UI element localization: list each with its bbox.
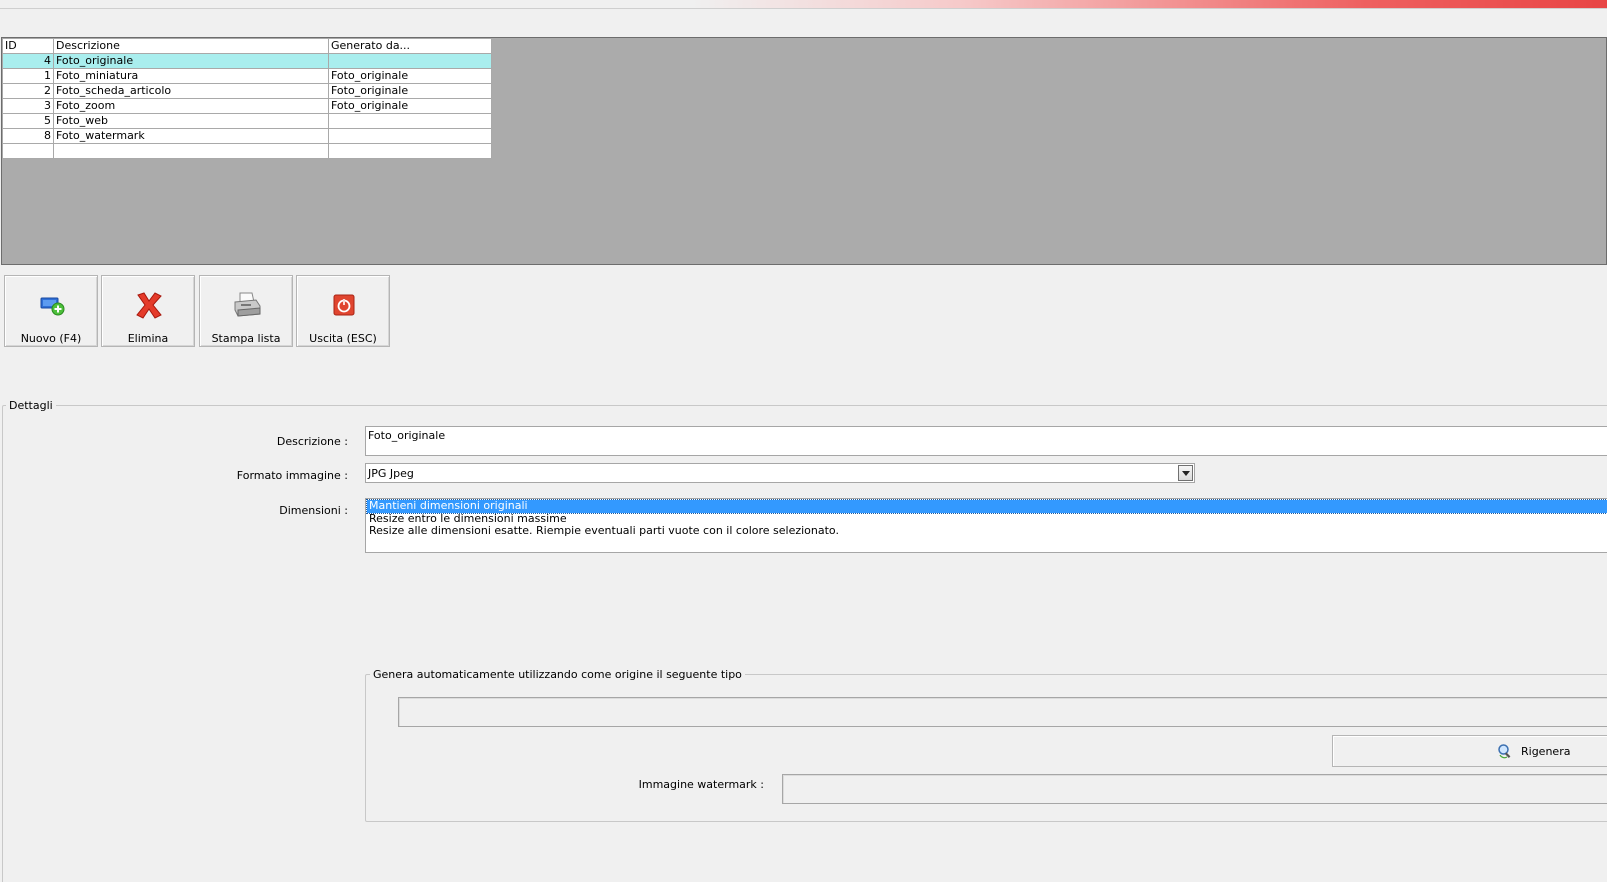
cell-id[interactable]: 3	[2, 98, 54, 114]
cell-id[interactable]: 8	[2, 128, 54, 144]
table-row-new[interactable]	[2, 143, 492, 159]
table-row[interactable]: 3 Foto_zoom Foto_originale	[2, 98, 492, 114]
cell-generato-da[interactable]	[328, 143, 492, 159]
cell-id[interactable]	[2, 143, 54, 159]
types-grid: ID Descrizione Generato da... 4 Foto_ori…	[2, 38, 492, 159]
elimina-button[interactable]: Elimina	[101, 275, 195, 347]
dimensioni-listbox[interactable]: Mantieni dimensioni originali Resize ent…	[365, 498, 1607, 553]
formato-immagine-label: Formato immagine :	[236, 469, 348, 482]
stampa-lista-label: Stampa lista	[211, 332, 281, 345]
cell-generato-da[interactable]: Foto_originale	[328, 98, 492, 114]
descrizione-value: Foto_originale	[368, 429, 446, 442]
table-row[interactable]: 5 Foto_web	[2, 113, 492, 129]
cell-descrizione[interactable]	[53, 143, 329, 159]
cell-id[interactable]: 5	[2, 113, 54, 129]
cell-id[interactable]: 4	[2, 53, 54, 69]
nuovo-label: Nuovo (F4)	[20, 332, 82, 345]
cell-descrizione[interactable]: Foto_scheda_articolo	[53, 83, 329, 99]
cell-generato-da[interactable]: Foto_originale	[328, 68, 492, 84]
formato-immagine-value: JPG Jpeg	[368, 467, 414, 480]
app-window: ID Descrizione Generato da... 4 Foto_ori…	[0, 0, 1607, 882]
immagine-watermark-field[interactable]	[782, 774, 1607, 804]
cell-descrizione[interactable]: Foto_zoom	[53, 98, 329, 114]
add-item-icon	[40, 297, 65, 316]
title-bar-divider	[0, 8, 1607, 9]
table-row[interactable]: 4 Foto_originale	[2, 53, 492, 69]
cell-id[interactable]: 2	[2, 83, 54, 99]
cell-descrizione[interactable]: Foto_originale	[53, 53, 329, 69]
genera-title: Genera automaticamente utilizzando come …	[370, 668, 745, 681]
uscita-label: Uscita (ESC)	[309, 332, 377, 345]
cell-descrizione[interactable]: Foto_web	[53, 113, 329, 129]
rigenera-label: Rigenera	[1521, 745, 1571, 758]
cell-generato-da[interactable]	[328, 53, 492, 69]
dettagli-title: Dettagli	[6, 399, 56, 412]
power-icon	[333, 294, 355, 316]
cell-descrizione[interactable]: Foto_watermark	[53, 128, 329, 144]
cell-id[interactable]: 1	[2, 68, 54, 84]
immagine-watermark-label: Immagine watermark :	[638, 778, 764, 791]
table-row[interactable]: 1 Foto_miniatura Foto_originale	[2, 68, 492, 84]
cell-descrizione[interactable]: Foto_miniatura	[53, 68, 329, 84]
cell-generato-da[interactable]: Foto_originale	[328, 83, 492, 99]
formato-immagine-select[interactable]: JPG Jpeg	[365, 463, 1195, 483]
column-header-descrizione[interactable]: Descrizione	[53, 38, 329, 54]
delete-x-icon	[136, 292, 162, 319]
column-header-id[interactable]: ID	[2, 38, 54, 54]
chevron-down-icon[interactable]	[1178, 465, 1193, 481]
grid-header-row: ID Descrizione Generato da...	[2, 38, 492, 54]
grid-panel: ID Descrizione Generato da... 4 Foto_ori…	[1, 37, 1607, 265]
nuovo-button[interactable]: Nuovo (F4)	[4, 275, 98, 347]
descrizione-label: Descrizione :	[276, 435, 348, 448]
cell-generato-da[interactable]	[328, 113, 492, 129]
magnifier-refresh-icon	[1498, 744, 1511, 759]
table-row[interactable]: 2 Foto_scheda_articolo Foto_originale	[2, 83, 492, 99]
stampa-lista-button[interactable]: Stampa lista	[199, 275, 293, 347]
list-item[interactable]: Resize alle dimensioni esatte. Riempie e…	[367, 524, 1607, 538]
title-bar	[0, 0, 1607, 8]
table-row[interactable]: 8 Foto_watermark	[2, 128, 492, 144]
descrizione-input[interactable]: Foto_originale	[365, 426, 1607, 456]
cell-generato-da[interactable]	[328, 128, 492, 144]
elimina-label: Elimina	[127, 332, 169, 345]
origine-tipo-select[interactable]	[398, 697, 1607, 727]
printer-icon	[234, 292, 261, 317]
dimensioni-label: Dimensioni :	[279, 504, 348, 517]
rigenera-button[interactable]: Rigenera	[1332, 735, 1607, 767]
list-item[interactable]: Mantieni dimensioni originali	[366, 499, 1607, 514]
column-header-generato-da[interactable]: Generato da...	[328, 38, 492, 54]
uscita-button[interactable]: Uscita (ESC)	[296, 275, 390, 347]
